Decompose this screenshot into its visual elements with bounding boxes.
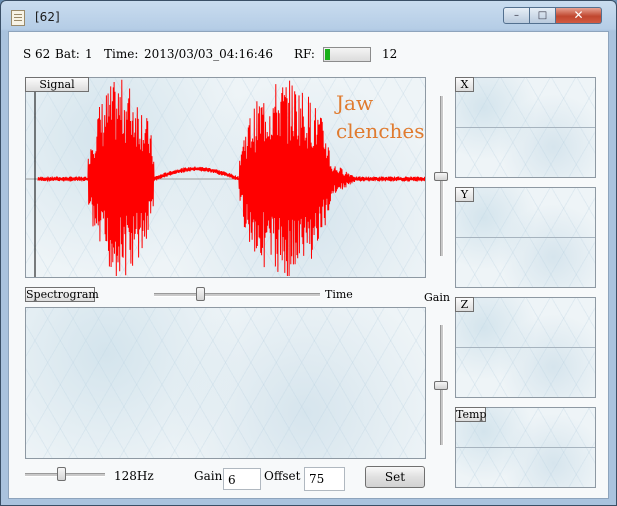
gain-label: Gain (194, 469, 223, 483)
z-axis-baseline (456, 347, 595, 348)
spectrogram-plot (25, 307, 426, 459)
window-title: [62] (35, 10, 60, 24)
spectrogram-tab-button[interactable]: Spectrogram (25, 287, 99, 302)
offset-label: Offset (264, 469, 301, 483)
offset-input[interactable]: 75 (304, 467, 345, 491)
session-label: S 62 (23, 47, 51, 61)
time-slider-thumb[interactable] (196, 287, 205, 301)
z-axis-panel (455, 297, 596, 398)
annotation-line-2: clenches (336, 119, 425, 143)
gain-slider-label: Gain (424, 291, 450, 304)
app-icon (11, 10, 25, 26)
battery-label: Bat: (55, 47, 80, 61)
rf-value: 12 (382, 47, 398, 61)
signal-scale-slider-thumb[interactable] (434, 172, 448, 181)
set-button[interactable]: Set (365, 466, 425, 488)
x-axis-tab[interactable]: X (455, 77, 474, 92)
y-axis-baseline (456, 237, 595, 238)
title-bar[interactable]: [62] – □ ✕ (1, 1, 616, 31)
time-slider-label: Time (325, 288, 353, 301)
time-slider-track[interactable] (154, 293, 320, 297)
timestamp-value: 2013/03/03_04:16:46 (144, 47, 274, 61)
z-axis-tab[interactable]: Z (455, 297, 474, 312)
time-label: Time: (104, 47, 139, 61)
rf-strength-fill (325, 49, 330, 60)
temperature-tab[interactable]: Temp (455, 407, 486, 422)
annotation-line-1: Jaw (336, 91, 374, 115)
y-axis-tab[interactable]: Y (455, 187, 474, 202)
frequency-label: 128Hz (114, 469, 154, 483)
temperature-baseline (456, 447, 595, 448)
x-axis-baseline (456, 127, 595, 128)
gain-input[interactable]: 6 (223, 468, 261, 490)
battery-value: 1 (85, 47, 93, 61)
signal-tab-button[interactable]: Signal (25, 77, 89, 92)
close-button[interactable]: ✕ (556, 7, 602, 24)
jaw-clenches-annotation: Jaw clenches (336, 89, 425, 145)
gain-slider-thumb[interactable] (434, 381, 448, 390)
rf-strength-bar (323, 47, 371, 62)
y-axis-panel (455, 187, 596, 288)
rf-label: RF: (294, 47, 315, 61)
frequency-slider-thumb[interactable] (57, 467, 66, 481)
app-window: [62] – □ ✕ S 62 Bat: 1 Time: 2013/03/03_… (0, 0, 617, 506)
x-axis-panel (455, 77, 596, 178)
maximize-button[interactable]: □ (530, 7, 556, 24)
client-area: S 62 Bat: 1 Time: 2013/03/03_04:16:46 RF… (8, 31, 609, 499)
minimize-button[interactable]: – (503, 7, 530, 24)
